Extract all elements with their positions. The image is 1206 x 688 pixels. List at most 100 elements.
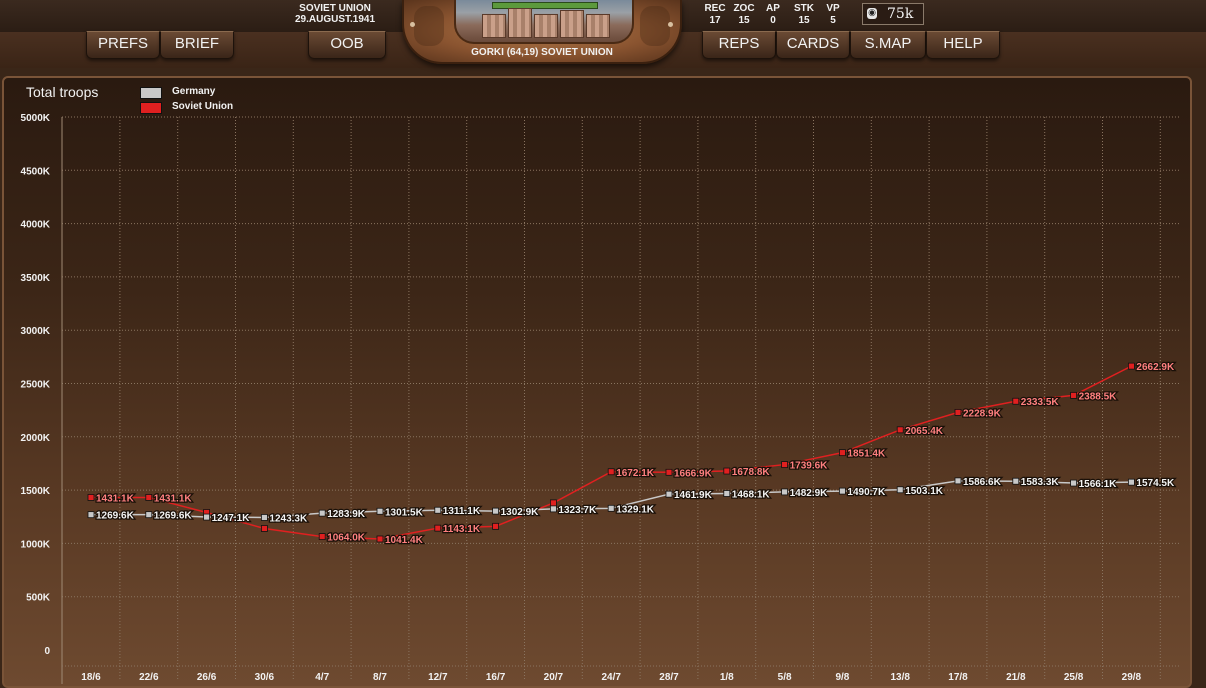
- data-label: 1269.6K: [96, 511, 135, 522]
- data-point: [1128, 478, 1135, 486]
- y-tick-label: 500K: [26, 593, 51, 604]
- data-label: 1586.6K: [963, 477, 1002, 488]
- data-point: [318, 509, 326, 517]
- data-point: [550, 499, 557, 507]
- data-point: [87, 494, 95, 501]
- data-point: [896, 426, 904, 434]
- data-label: 1490.7K: [847, 487, 886, 498]
- data-label: 1566.1K: [1079, 479, 1118, 490]
- data-label: 1311.1K: [443, 506, 481, 517]
- data-point: [145, 511, 153, 519]
- data-point: [781, 461, 788, 468]
- x-tick-label: 5/8: [778, 672, 792, 683]
- x-tick-label: 30/6: [255, 672, 275, 683]
- data-point: [1070, 391, 1077, 399]
- data-label: 1323.7K: [558, 505, 597, 516]
- data-label: 1431.1K: [96, 493, 135, 504]
- data-label: 1064.0K: [327, 533, 366, 544]
- x-tick-label: 26/6: [197, 672, 217, 683]
- y-tick-label: 2500K: [21, 380, 51, 391]
- data-label: 1739.6K: [790, 461, 829, 472]
- data-point: [665, 468, 673, 476]
- data-point: [954, 408, 962, 416]
- data-point: [376, 535, 384, 543]
- troops-chart: 0 500K 1000K 1500K 2000K 2500K 3000K 3500K 4000K…: [21, 113, 1180, 684]
- y-tick-label: 4000K: [21, 220, 51, 231]
- data-label: 1672.1K: [616, 468, 655, 479]
- data-label: 2065.4K: [905, 426, 944, 437]
- data-point: [145, 494, 153, 501]
- data-label: 1269.6K: [154, 511, 193, 522]
- data-point: [839, 487, 846, 495]
- x-tick-label: 8/7: [373, 672, 387, 683]
- x-tick-label: 28/7: [659, 672, 679, 683]
- data-point: [607, 504, 615, 512]
- data-label: 1301.5K: [385, 507, 424, 518]
- data-point: [665, 490, 673, 498]
- y-tick-label: 1500K: [21, 486, 51, 497]
- x-tick-label: 9/8: [835, 672, 849, 683]
- data-point: [607, 468, 615, 476]
- data-label: 2228.9K: [963, 408, 1002, 419]
- data-label: 1431.1K: [154, 493, 193, 504]
- data-point: [1070, 479, 1077, 487]
- data-point: [376, 507, 384, 515]
- data-point: [896, 486, 904, 494]
- data-label: 1503.1K: [905, 486, 944, 497]
- data-label: 1583.3K: [1021, 477, 1060, 488]
- x-tick-label: 13/8: [890, 672, 910, 683]
- data-label: 1574.5K: [1136, 478, 1175, 489]
- x-tick-label: 24/7: [601, 672, 621, 683]
- data-label: 2662.9K: [1136, 362, 1175, 373]
- data-label: 1041.4K: [385, 535, 424, 546]
- x-tick-label: 18/6: [81, 672, 101, 683]
- x-tick-label: 22/6: [139, 672, 159, 683]
- data-point: [1012, 397, 1020, 405]
- data-label: 1461.9K: [674, 490, 713, 501]
- data-label: 1247.1K: [212, 513, 251, 524]
- data-label: 1283.9K: [327, 509, 366, 520]
- x-tick-label: 20/7: [544, 672, 564, 683]
- y-tick-label: 2000K: [21, 433, 51, 444]
- data-point: [781, 488, 788, 496]
- data-point: [492, 507, 500, 515]
- y-tick-label: 3500K: [21, 273, 51, 284]
- data-point: [550, 505, 557, 513]
- data-point: [434, 506, 442, 514]
- data-point: [1012, 477, 1020, 485]
- x-tick-label: 12/7: [428, 672, 448, 683]
- data-label: 1851.4K: [847, 449, 886, 460]
- x-tick-label: 17/8: [948, 672, 968, 683]
- data-point: [434, 524, 442, 532]
- data-label: 1143.1K: [443, 524, 481, 535]
- x-tick-label: 1/8: [720, 672, 734, 683]
- data-point: [318, 533, 326, 540]
- data-point: [492, 522, 500, 530]
- x-tick-label: 21/8: [1006, 672, 1026, 683]
- x-tick-label: 16/7: [486, 672, 506, 683]
- data-point: [723, 467, 731, 475]
- data-point: [87, 511, 95, 519]
- data-point: [954, 477, 962, 485]
- data-label: 2333.5K: [1021, 397, 1060, 408]
- data-point: [1128, 362, 1135, 370]
- y-tick-label: 4500K: [21, 166, 51, 177]
- x-tick-label: 4/7: [315, 672, 329, 683]
- data-point: [839, 449, 846, 457]
- data-point: [723, 490, 731, 497]
- data-point: [260, 514, 268, 521]
- data-point: [260, 525, 268, 532]
- y-tick-label: 0: [44, 646, 50, 657]
- data-label: 1302.9K: [501, 507, 540, 518]
- y-tick-label: 5000K: [21, 113, 51, 124]
- data-label: 1482.9K: [790, 488, 829, 499]
- data-label: 2388.5K: [1079, 391, 1118, 402]
- x-tick-label: 25/8: [1064, 672, 1084, 683]
- data-label: 1678.8K: [732, 467, 771, 478]
- data-label: 1243.3K: [269, 513, 308, 524]
- data-label: 1666.9K: [674, 468, 713, 479]
- x-tick-label: 29/8: [1122, 672, 1142, 683]
- y-tick-label: 3000K: [21, 326, 51, 337]
- data-label: 1329.1K: [616, 504, 655, 515]
- y-tick-label: 1000K: [21, 539, 51, 550]
